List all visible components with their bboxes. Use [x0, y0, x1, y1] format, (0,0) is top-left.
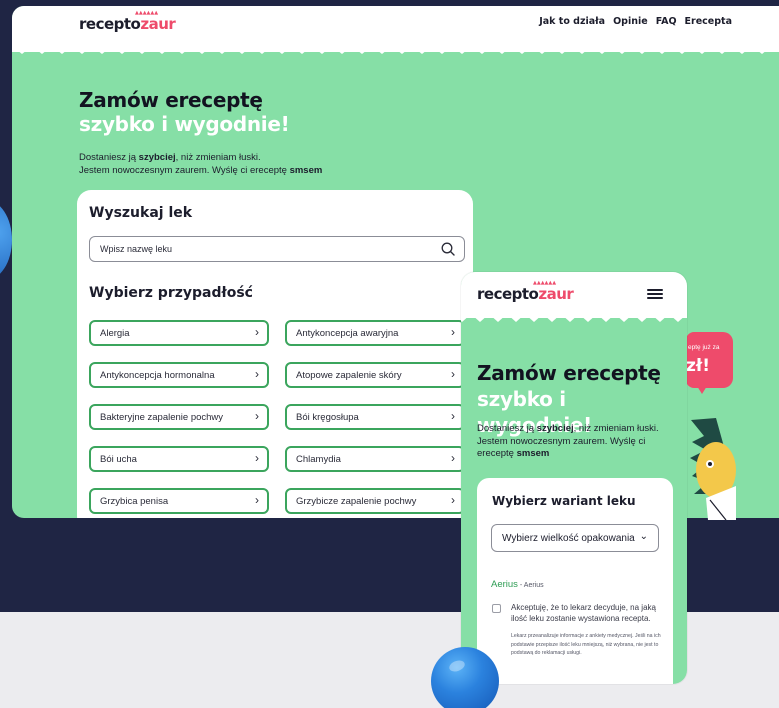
zigzag-divider: [461, 312, 687, 322]
nav-how-it-works[interactable]: Jak to działa: [539, 16, 605, 27]
hamburger-menu-icon[interactable]: [647, 289, 663, 299]
chevron-right-icon: ›: [255, 325, 259, 339]
chevron-right-icon: ›: [451, 325, 455, 339]
condition-button[interactable]: Chlamydia ›: [285, 446, 465, 472]
promo-bubble: eptę już za zł!: [686, 332, 733, 388]
blue-ball-decoration: [431, 647, 499, 708]
logo[interactable]: ▲▲▲▲▲▲ receptozaur: [79, 10, 176, 33]
chevron-right-icon: ›: [255, 367, 259, 381]
condition-button[interactable]: Grzybicze zapalenie pochwy ›: [285, 488, 465, 514]
nav-reviews[interactable]: Opinie: [613, 16, 648, 27]
condition-button[interactable]: Grzybica penisa ›: [89, 488, 269, 514]
logo-accent-text: zaur: [538, 285, 574, 303]
mobile-preview: ▲▲▲▲▲▲ receptozaur Zamów ereceptę szybko…: [461, 272, 687, 684]
desc-bold: smsem: [516, 448, 550, 459]
dinosaur-mascot-icon: [690, 418, 736, 520]
condition-label: Grzybica penisa: [100, 496, 169, 507]
desc-text: Jestem nowoczesnym zaurem. Wyślę ci erec…: [79, 165, 290, 176]
logo-accent-text: zaur: [140, 15, 176, 33]
hero-title-line2: szybko i wygodnie!: [79, 112, 290, 136]
chevron-right-icon: ›: [451, 409, 455, 423]
logo-text: recepto: [79, 15, 141, 33]
variant-heading: Wybierz wariant leku: [492, 494, 636, 508]
desc-text: Dostaniesz ją: [79, 152, 139, 163]
nav-faq[interactable]: FAQ: [656, 16, 677, 27]
conditions-heading: Wybierz przypadłość: [89, 285, 253, 301]
promo-text: eptę już za: [688, 344, 720, 351]
condition-label: Atopowe zapalenie skóry: [296, 370, 402, 381]
package-size-select[interactable]: Wybierz wielkość opakowania ⌄: [491, 524, 659, 552]
condition-button[interactable]: Bói ucha ›: [89, 446, 269, 472]
condition-button[interactable]: Antykoncepcja hormonalna ›: [89, 362, 269, 388]
accept-checkbox[interactable]: [492, 604, 501, 613]
search-placeholder: Wpisz nazwę leku: [100, 244, 173, 254]
select-value: Wybierz wielkość opakowania: [502, 533, 635, 544]
chevron-right-icon: ›: [451, 367, 455, 381]
promo-price: zł!: [686, 356, 710, 376]
condition-button[interactable]: Alergia ›: [89, 320, 269, 346]
desc-bold: szybciej: [536, 423, 574, 434]
condition-label: Grzybicze zapalenie pochwy: [296, 496, 417, 507]
search-heading: Wyszukaj lek: [89, 205, 193, 221]
logo-crown-icon: ▲▲▲▲▲▲: [533, 280, 557, 286]
desc-text: , niż zmieniam łuski.: [175, 152, 261, 163]
chevron-right-icon: ›: [451, 493, 455, 507]
drug-name-text: Aerius: [491, 579, 518, 590]
nav-erecepta[interactable]: Erecepta: [685, 16, 732, 27]
variant-card: Wybierz wariant leku Wybierz wielkość op…: [477, 478, 673, 684]
condition-button[interactable]: Antykoncepcja awaryjna ›: [285, 320, 465, 346]
chevron-right-icon: ›: [451, 451, 455, 465]
desc-bold: smsem: [289, 165, 323, 176]
desc-bold: szybciej: [138, 152, 176, 163]
mobile-title-line1: Zamów ereceptę: [477, 361, 661, 385]
condition-label: Antykoncepcja hormonalna: [100, 370, 215, 381]
condition-button[interactable]: Bakteryjne zapalenie pochwy ›: [89, 404, 269, 430]
condition-label: Antykoncepcja awaryjna: [296, 328, 399, 339]
mobile-hero-description: Dostaniesz ją szybciej, niż zmieniam łus…: [477, 423, 682, 461]
condition-button[interactable]: Bói kręgosłupa ›: [285, 404, 465, 430]
condition-button[interactable]: Atopowe zapalenie skóry ›: [285, 362, 465, 388]
hero-title-line1: Zamów ereceptę: [79, 88, 263, 112]
chevron-right-icon: ›: [255, 451, 259, 465]
condition-label: Alergia: [100, 328, 130, 339]
top-nav: Jak to działa Opinie FAQ Erecepta: [539, 16, 732, 27]
logo-text: recepto: [477, 285, 539, 303]
search-icon[interactable]: [440, 241, 456, 257]
search-card: Wyszukaj lek Wpisz nazwę leku Wybierz pr…: [77, 190, 473, 518]
chevron-right-icon: ›: [255, 409, 259, 423]
logo[interactable]: ▲▲▲▲▲▲ receptozaur: [477, 280, 574, 303]
hero-title: Zamów ereceptę szybko i wygodnie!: [79, 88, 290, 136]
drug-sub-text: - Aerius: [517, 582, 544, 589]
accept-label: Akceptuję, że to lekarz decyduje, na jak…: [511, 603, 656, 623]
condition-label: Bói ucha: [100, 454, 137, 465]
stage: ▲▲▲▲▲▲ receptozaur Jak to działa Opinie …: [0, 0, 779, 708]
zigzag-divider: [12, 44, 779, 54]
condition-label: Bói kręgosłupa: [296, 412, 359, 423]
drug-name: Aerius - Aerius: [491, 579, 544, 590]
desc-text: Dostaniesz ją: [477, 423, 537, 434]
logo-crown-icon: ▲▲▲▲▲▲: [135, 10, 159, 16]
chevron-down-icon: ⌄: [639, 531, 648, 542]
chevron-right-icon: ›: [255, 493, 259, 507]
promo-bubble-tail: [697, 386, 707, 394]
search-input[interactable]: Wpisz nazwę leku: [89, 236, 465, 262]
condition-label: Chlamydia: [296, 454, 341, 465]
hero-description: Dostaniesz ją szybciej, niż zmieniam łus…: [79, 151, 322, 177]
condition-label: Bakteryjne zapalenie pochwy: [100, 412, 224, 423]
fine-print: Lekarz przeanalizuje informacje z ankiet…: [511, 633, 661, 656]
